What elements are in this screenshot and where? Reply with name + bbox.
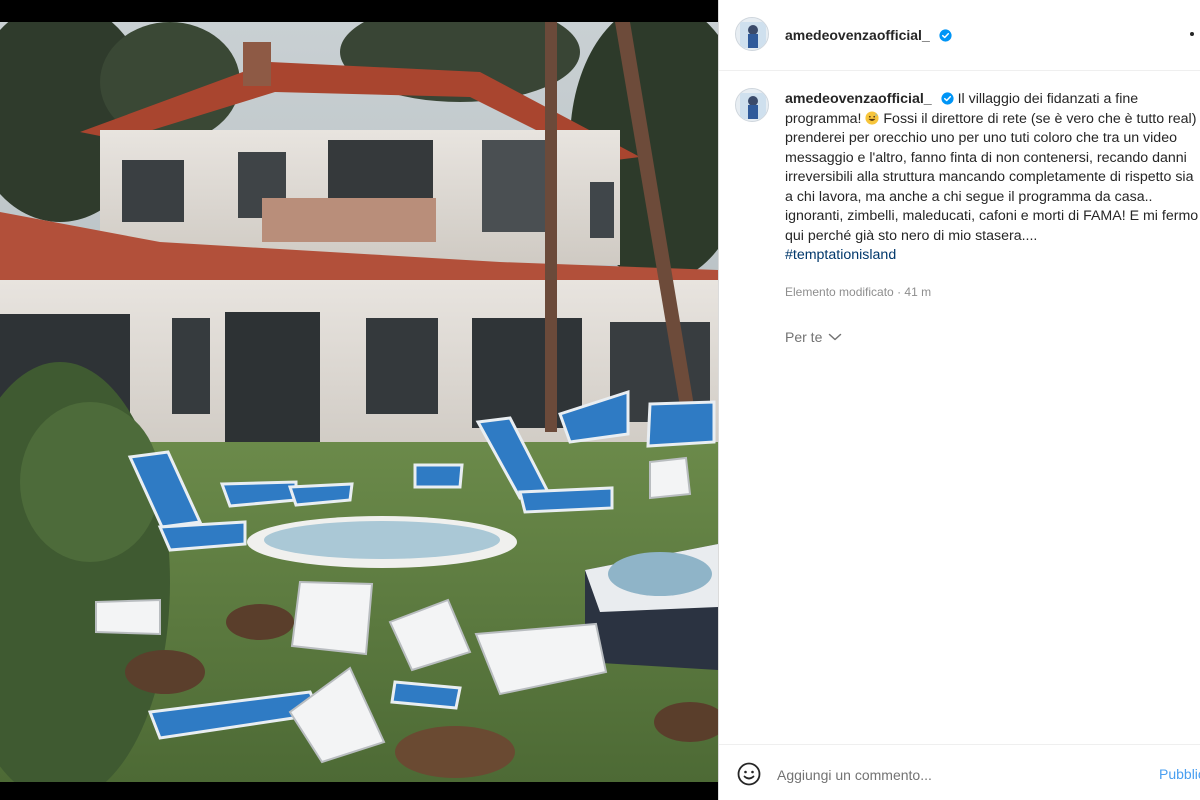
post-caption: amedeovenzaofficial_ Il villaggio dei fi…: [785, 90, 1199, 266]
caption-username[interactable]: amedeovenzaofficial_: [785, 91, 932, 107]
emoji-smile-icon[interactable]: [737, 762, 761, 786]
edited-label: Elemento modificato: [785, 285, 894, 299]
post-photo-illustration: [0, 22, 718, 782]
avatar[interactable]: [735, 17, 769, 51]
for-you-dropdown[interactable]: Per te: [785, 329, 842, 345]
avatar-image: [736, 18, 768, 50]
post-side-panel: amedeovenzaofficial_ amedeovenzaofficial…: [718, 0, 1200, 800]
caption-avatar[interactable]: [735, 88, 769, 122]
meta-separator: ·: [897, 285, 902, 299]
caption-avatar-image: [736, 89, 768, 121]
header-username-text[interactable]: amedeovenzaofficial_: [785, 27, 930, 43]
image-bottom-letterbox: [0, 782, 718, 800]
comment-input[interactable]: [777, 765, 1147, 785]
verified-badge-icon: [941, 92, 954, 105]
more-options-icon[interactable]: [1187, 26, 1197, 42]
header-username[interactable]: amedeovenzaofficial_: [785, 27, 952, 43]
grinning-sweat-emoji-icon: [865, 110, 879, 125]
caption-hashtag[interactable]: #temptationisland: [785, 247, 896, 263]
post-header: amedeovenzaofficial_: [719, 0, 1200, 71]
chevron-down-icon: [829, 333, 842, 341]
verified-badge-icon: [939, 29, 952, 42]
publish-button[interactable]: Pubblica: [1159, 766, 1200, 782]
image-top-letterbox: [0, 0, 718, 22]
time-ago[interactable]: 41 m: [904, 285, 931, 299]
caption-text-part2: Fossi il direttore di rete (se è vero ch…: [785, 110, 1199, 244]
for-you-label: Per te: [785, 329, 823, 345]
post-meta: Elemento modificato · 41 m: [785, 285, 931, 299]
post-photo: [0, 22, 718, 782]
comment-bar: Pubblica: [719, 744, 1200, 800]
